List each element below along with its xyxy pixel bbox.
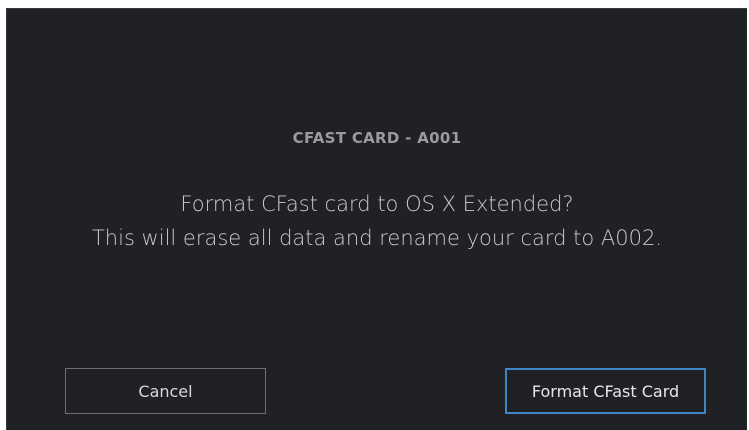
format-card-button[interactable]: Format CFast Card [505,368,706,414]
card-title: CFAST CARD - A001 [292,129,462,147]
confirmation-message: Format CFast card to OS X Extended? This… [7,187,747,255]
cancel-button[interactable]: Cancel [65,368,266,414]
message-line-2: This will erase all data and rename your… [91,226,663,250]
format-card-dialog: CFAST CARD - A001 Format CFast card to O… [6,8,747,430]
screen: CFAST CARD - A001 Format CFast card to O… [0,0,749,430]
message-line-1: Format CFast card to OS X Extended? [180,192,574,216]
